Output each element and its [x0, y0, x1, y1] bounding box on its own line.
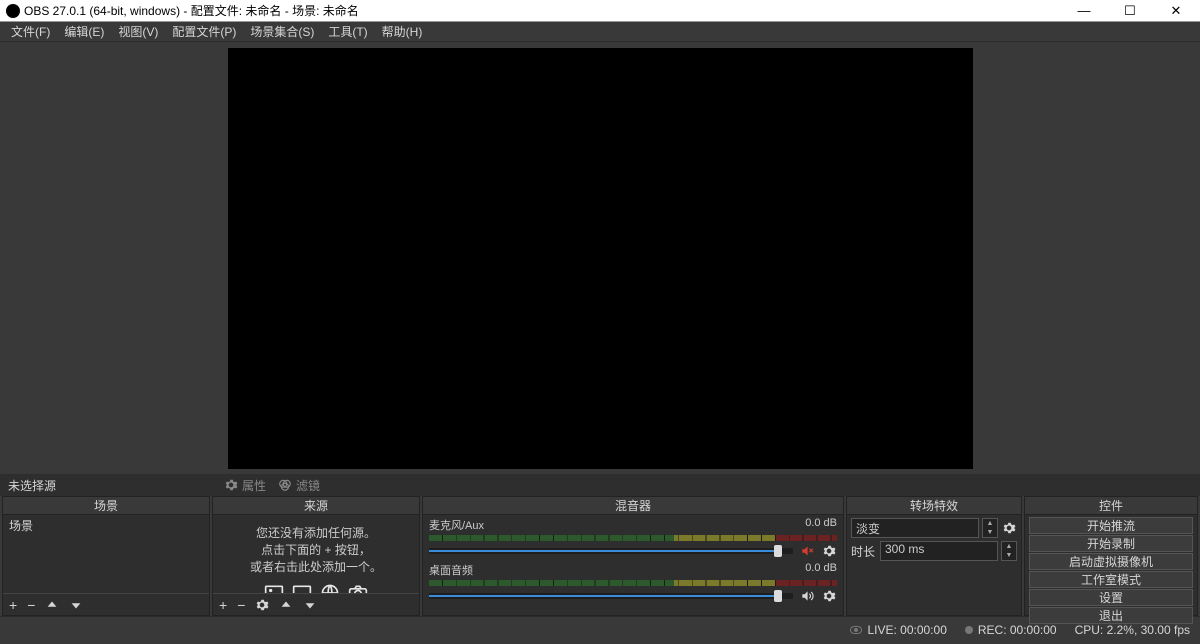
gear-icon — [822, 589, 836, 603]
transition-spin[interactable]: ▲▼ — [982, 518, 998, 538]
window-title: OBS 27.0.1 (64-bit, windows) - 配置文件: 未命名… — [24, 2, 1062, 19]
gear-icon — [822, 544, 836, 558]
sources-list[interactable]: 您还没有添加任何源。 点击下面的 + 按钮， 或者右击此处添加一个。 — [213, 515, 419, 593]
settings-button[interactable]: 设置 — [1029, 589, 1193, 606]
mixer-settings-button[interactable] — [821, 543, 837, 559]
mixer-volume-slider[interactable] — [429, 593, 793, 599]
window-titlebar: OBS 27.0.1 (64-bit, windows) - 配置文件: 未命名… — [0, 0, 1200, 22]
mixer-meter — [429, 535, 837, 541]
status-cpu: CPU: 2.2%, 30.00 fps — [1075, 623, 1190, 637]
mixer-ch-db: 0.0 dB — [805, 517, 837, 533]
mixer-mute-button[interactable] — [799, 543, 815, 559]
controls-title: 控件 — [1025, 497, 1197, 515]
mixer-mute-button[interactable] — [799, 588, 815, 604]
studio-mode-button[interactable]: 工作室模式 — [1029, 571, 1193, 588]
docks-row: 场景 场景 + − 来源 您还没有添加任何源。 点击下面的 + 按钮， 或者右击… — [0, 496, 1200, 616]
source-add-button[interactable]: + — [219, 597, 227, 613]
sources-dock: 来源 您还没有添加任何源。 点击下面的 + 按钮， 或者右击此处添加一个。 + … — [212, 496, 420, 616]
maximize-button[interactable]: ☐ — [1108, 1, 1152, 21]
mixer-dock: 混音器 麦克风/Aux 0.0 dB — [422, 496, 844, 616]
status-bar: LIVE: 00:00:00 REC: 00:00:00 CPU: 2.2%, … — [0, 616, 1200, 642]
controls-dock: 控件 开始推流 开始录制 启动虚拟摄像机 工作室模式 设置 退出 — [1024, 496, 1198, 616]
speaker-icon — [800, 589, 814, 603]
speaker-muted-icon — [800, 544, 814, 558]
sources-title: 来源 — [213, 497, 419, 515]
scene-add-button[interactable]: + — [9, 597, 17, 613]
duration-spin[interactable]: ▲▼ — [1001, 541, 1017, 561]
gear-icon — [1002, 521, 1016, 535]
transition-settings-button[interactable] — [1001, 520, 1017, 536]
mixer-volume-slider[interactable] — [429, 548, 793, 554]
mixer-ch-name: 桌面音频 — [429, 562, 473, 578]
source-up-button[interactable] — [279, 598, 293, 612]
close-button[interactable]: ✕ — [1154, 1, 1198, 21]
mixer-channel-mic: 麦克风/Aux 0.0 dB — [423, 515, 843, 560]
menu-bar: 文件(F) 编辑(E) 视图(V) 配置文件(P) 场景集合(S) 工具(T) … — [0, 22, 1200, 42]
duration-label: 时长 — [851, 543, 877, 560]
broadcast-icon — [850, 626, 862, 634]
source-remove-button[interactable]: − — [237, 597, 245, 613]
app-icon — [6, 4, 20, 18]
scenes-list[interactable]: 场景 — [3, 515, 209, 593]
status-live: LIVE: 00:00:00 — [850, 623, 946, 637]
source-settings-button[interactable] — [255, 598, 269, 612]
scene-down-button[interactable] — [69, 598, 83, 612]
menu-scene-collection[interactable]: 场景集合(S) — [243, 21, 321, 42]
mixer-ch-db: 0.0 dB — [805, 562, 837, 578]
scene-item[interactable]: 场景 — [3, 515, 209, 536]
exit-button[interactable]: 退出 — [1029, 607, 1193, 624]
preview-area — [0, 42, 1200, 474]
menu-edit[interactable]: 编辑(E) — [57, 21, 111, 42]
source-down-button[interactable] — [303, 598, 317, 612]
start-recording-button[interactable]: 开始录制 — [1029, 535, 1193, 552]
start-streaming-button[interactable]: 开始推流 — [1029, 517, 1193, 534]
image-icon — [263, 583, 285, 593]
mixer-title: 混音器 — [423, 497, 843, 515]
transitions-dock: 转场特效 淡变 ▲▼ 时长 300 ms ▲▼ — [846, 496, 1022, 616]
no-source-label: 未选择源 — [8, 477, 218, 494]
filters-icon — [278, 478, 292, 492]
source-toolbar: 未选择源 属性 滤镜 — [0, 474, 1200, 496]
menu-file[interactable]: 文件(F) — [4, 21, 57, 42]
preview-canvas[interactable] — [228, 48, 973, 469]
minimize-button[interactable]: — — [1062, 1, 1106, 21]
camera-icon — [347, 583, 369, 593]
record-dot-icon — [965, 626, 973, 634]
globe-icon — [319, 583, 341, 593]
duration-input[interactable]: 300 ms — [880, 541, 998, 561]
transitions-title: 转场特效 — [847, 497, 1021, 515]
source-type-icons — [213, 583, 419, 593]
scenes-dock: 场景 场景 + − — [2, 496, 210, 616]
sources-empty-text: 您还没有添加任何源。 点击下面的 + 按钮， 或者右击此处添加一个。 — [213, 515, 419, 579]
menu-profile[interactable]: 配置文件(P) — [165, 21, 243, 42]
gear-icon — [224, 478, 238, 492]
menu-tools[interactable]: 工具(T) — [321, 21, 374, 42]
mixer-settings-button[interactable] — [821, 588, 837, 604]
transition-select[interactable]: 淡变 — [851, 518, 979, 538]
mixer-channel-desktop: 桌面音频 0.0 dB — [423, 560, 843, 605]
menu-view[interactable]: 视图(V) — [111, 21, 165, 42]
scene-up-button[interactable] — [45, 598, 59, 612]
scenes-title: 场景 — [3, 497, 209, 515]
filters-button[interactable]: 滤镜 — [278, 477, 320, 494]
properties-button[interactable]: 属性 — [224, 477, 266, 494]
scene-remove-button[interactable]: − — [27, 597, 35, 613]
display-icon — [291, 583, 313, 593]
start-virtual-cam-button[interactable]: 启动虚拟摄像机 — [1029, 553, 1193, 570]
mixer-ch-name: 麦克风/Aux — [429, 517, 484, 533]
status-rec: REC: 00:00:00 — [965, 623, 1057, 637]
mixer-meter — [429, 580, 837, 586]
menu-help[interactable]: 帮助(H) — [375, 21, 430, 42]
